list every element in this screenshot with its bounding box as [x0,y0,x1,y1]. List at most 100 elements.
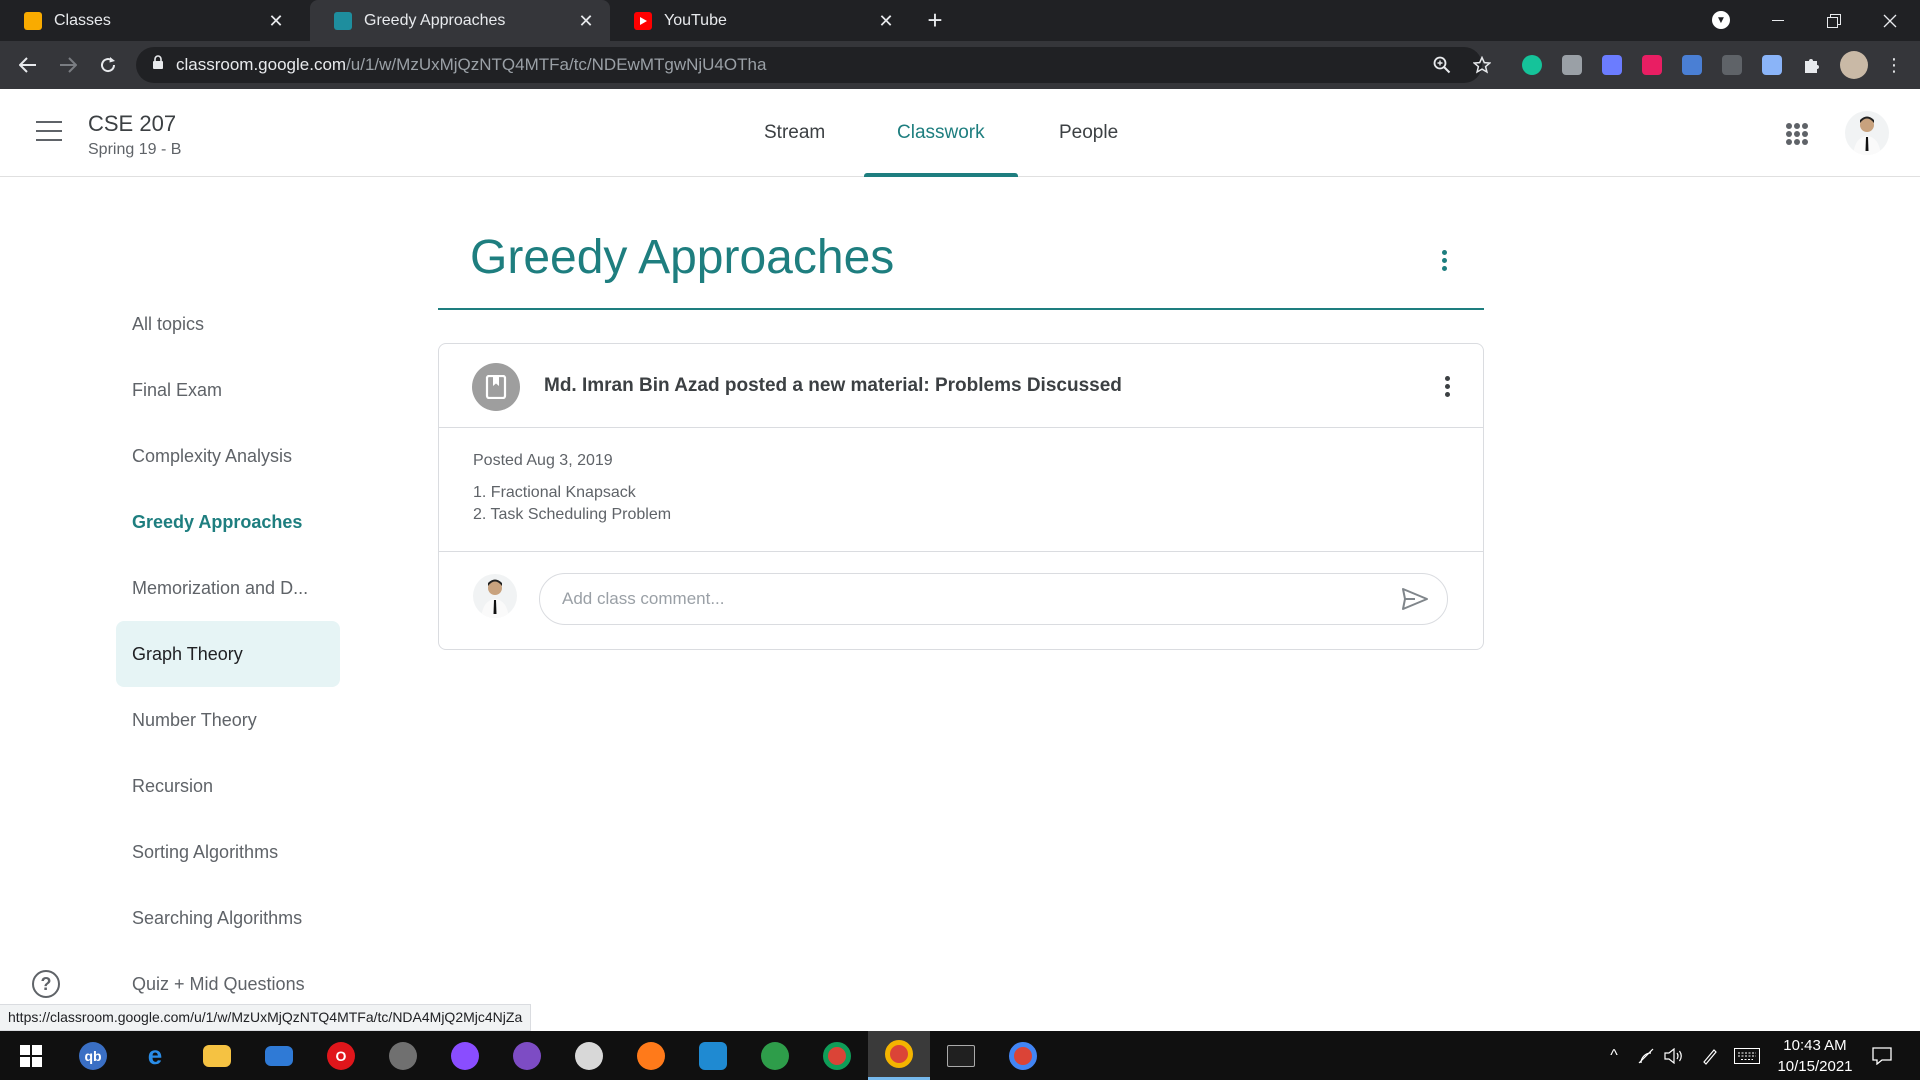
messenger-icon[interactable] [434,1031,496,1080]
github-desktop-icon[interactable] [496,1031,558,1080]
camera-extension-icon[interactable] [1562,55,1582,75]
browser-toolbar: classroom.google.com/u/1/w/MzUxMjQzNTQ4M… [0,41,1920,89]
material-card-header[interactable]: Md. Imran Bin Azad posted a new material… [439,344,1483,428]
download-extension-icon[interactable] [1682,55,1702,75]
opera-icon[interactable]: O [310,1031,372,1080]
topic-number-theory[interactable]: Number Theory [116,687,340,753]
description-line: 1. Fractional Knapsack [473,484,636,501]
posted-date: Posted Aug 3, 2019 [473,452,613,469]
qbittorrent-icon[interactable]: qb [62,1031,124,1080]
terminal-icon[interactable] [930,1031,992,1080]
topic-list: All topics Final Exam Complexity Analysi… [116,291,340,1017]
grammarly-extension-icon[interactable] [1522,55,1542,75]
topic-complexity-analysis[interactable]: Complexity Analysis [116,423,340,489]
touch-keyboard-icon[interactable] [1732,1031,1762,1080]
browser-tab-strip: Classes ✕ Greedy Approaches ✕ YouTube ✕ … [0,0,1920,41]
address-bar[interactable]: classroom.google.com/u/1/w/MzUxMjQzNTQ4M… [136,47,1491,83]
topic-greedy-approaches[interactable]: Greedy Approaches [116,489,340,555]
link-status-bar: https://classroom.google.com/u/1/w/MzUxM… [0,1004,532,1031]
topic-final-exam[interactable]: Final Exam [116,357,340,423]
forward-button[interactable] [52,49,84,81]
zoom-icon[interactable] [1432,55,1452,75]
windows-taskbar: qb e O ^ 10:43 AM 10/15/2021 [0,1031,1920,1080]
vscode-icon[interactable] [682,1031,744,1080]
volume-icon[interactable] [1662,1031,1686,1080]
topic-sorting-algorithms[interactable]: Sorting Algorithms [116,819,340,885]
firefox-icon[interactable] [620,1031,682,1080]
help-icon[interactable]: ? [32,970,60,998]
account-avatar[interactable] [1845,111,1889,155]
bookmark-star-icon[interactable] [1472,55,1492,75]
clock-date: 10/15/2021 [1777,1058,1853,1075]
pen-workspace-icon[interactable] [1698,1031,1722,1080]
start-button[interactable] [0,1031,62,1080]
globe-app-icon[interactable] [744,1031,806,1080]
tab-search-icon[interactable]: ▼ [1712,11,1730,29]
tab-title: YouTube [664,11,727,29]
clock-time: 10:43 AM [1783,1037,1847,1054]
tab-stream[interactable]: Stream [731,89,858,177]
class-name[interactable]: CSE 207 [88,111,176,137]
notifications-icon[interactable] [1866,1031,1898,1080]
edge-icon[interactable]: e [124,1031,186,1080]
send-icon[interactable] [1401,587,1429,611]
description-line: 2. Task Scheduling Problem [473,506,672,523]
paint-icon[interactable] [558,1031,620,1080]
topic-memorization[interactable]: Memorization and D... [116,555,340,621]
browser-tab-greedy-approaches[interactable]: Greedy Approaches ✕ [310,0,610,41]
system-clock[interactable]: 10:43 AM 10/15/2021 [1760,1035,1870,1077]
profile-avatar-icon[interactable] [1840,51,1868,79]
topic-graph-theory[interactable]: Graph Theory [116,621,340,687]
close-icon[interactable]: ✕ [266,11,286,31]
close-icon[interactable]: ✕ [576,11,596,31]
puzzle-extensions-icon[interactable] [1802,55,1822,75]
close-window-button[interactable] [1862,0,1918,41]
pen-extension-icon[interactable] [1762,55,1782,75]
classroom-teal-icon [334,11,352,30]
chrome-menu-icon[interactable]: ⋮ [1884,55,1904,75]
material-more-options-icon[interactable] [1435,371,1459,401]
class-comment-input[interactable] [539,573,1448,625]
lock-icon [152,55,164,75]
show-hidden-icons[interactable]: ^ [1602,1031,1626,1080]
topic-recursion[interactable]: Recursion [116,753,340,819]
topic-more-options-icon[interactable] [1432,244,1456,276]
chrome-ex-icon[interactable] [992,1031,1054,1080]
commenter-avatar [473,574,517,618]
classroom-yellow-icon [24,11,42,30]
topic-all-topics[interactable]: All topics [116,291,340,357]
tab-classwork[interactable]: Classwork [864,89,1018,177]
topic-searching-algorithms[interactable]: Searching Algorithms [116,885,340,951]
google-apps-icon[interactable] [1786,123,1808,145]
browser-tab-youtube[interactable]: YouTube ✕ [610,0,910,41]
material-headline[interactable]: Md. Imran Bin Azad posted a new material… [544,375,1122,397]
browser-tab-classes[interactable]: Classes ✕ [0,0,300,41]
url-text: classroom.google.com/u/1/w/MzUxMjQzNTQ4M… [176,55,767,74]
play-extension-icon[interactable] [1642,55,1662,75]
material-body: Posted Aug 3, 2019 1. Fractional Knapsac… [439,428,1483,552]
file-explorer-icon[interactable] [186,1031,248,1080]
youtube-icon [634,11,652,30]
chrome-active-icon[interactable] [868,1031,930,1080]
reload-button[interactable] [92,49,124,81]
mail-icon[interactable] [248,1031,310,1080]
tab-title: Classes [54,11,111,29]
close-icon[interactable]: ✕ [876,11,896,31]
material-card: Md. Imran Bin Azad posted a new material… [438,343,1484,650]
main-menu-icon[interactable] [36,121,62,141]
restore-button[interactable] [1806,0,1862,41]
back-button[interactable] [12,49,44,81]
new-tab-button[interactable]: + [922,7,948,34]
screen-extension-icon[interactable] [1722,55,1742,75]
title-divider [438,308,1484,310]
chrome-profile-icon[interactable] [806,1031,868,1080]
network-icon[interactable] [1634,1031,1658,1080]
tab-title: Greedy Approaches [364,11,506,29]
topic-title: Greedy Approaches [470,231,895,284]
tab-people[interactable]: People [1026,89,1151,177]
class-section: Spring 19 - B [88,141,182,158]
extension-icon[interactable] [1602,55,1622,75]
satellite-app-icon[interactable] [372,1031,434,1080]
classroom-header: CSE 207 Spring 19 - B Stream Classwork P… [0,89,1920,177]
minimize-button[interactable] [1750,0,1806,41]
